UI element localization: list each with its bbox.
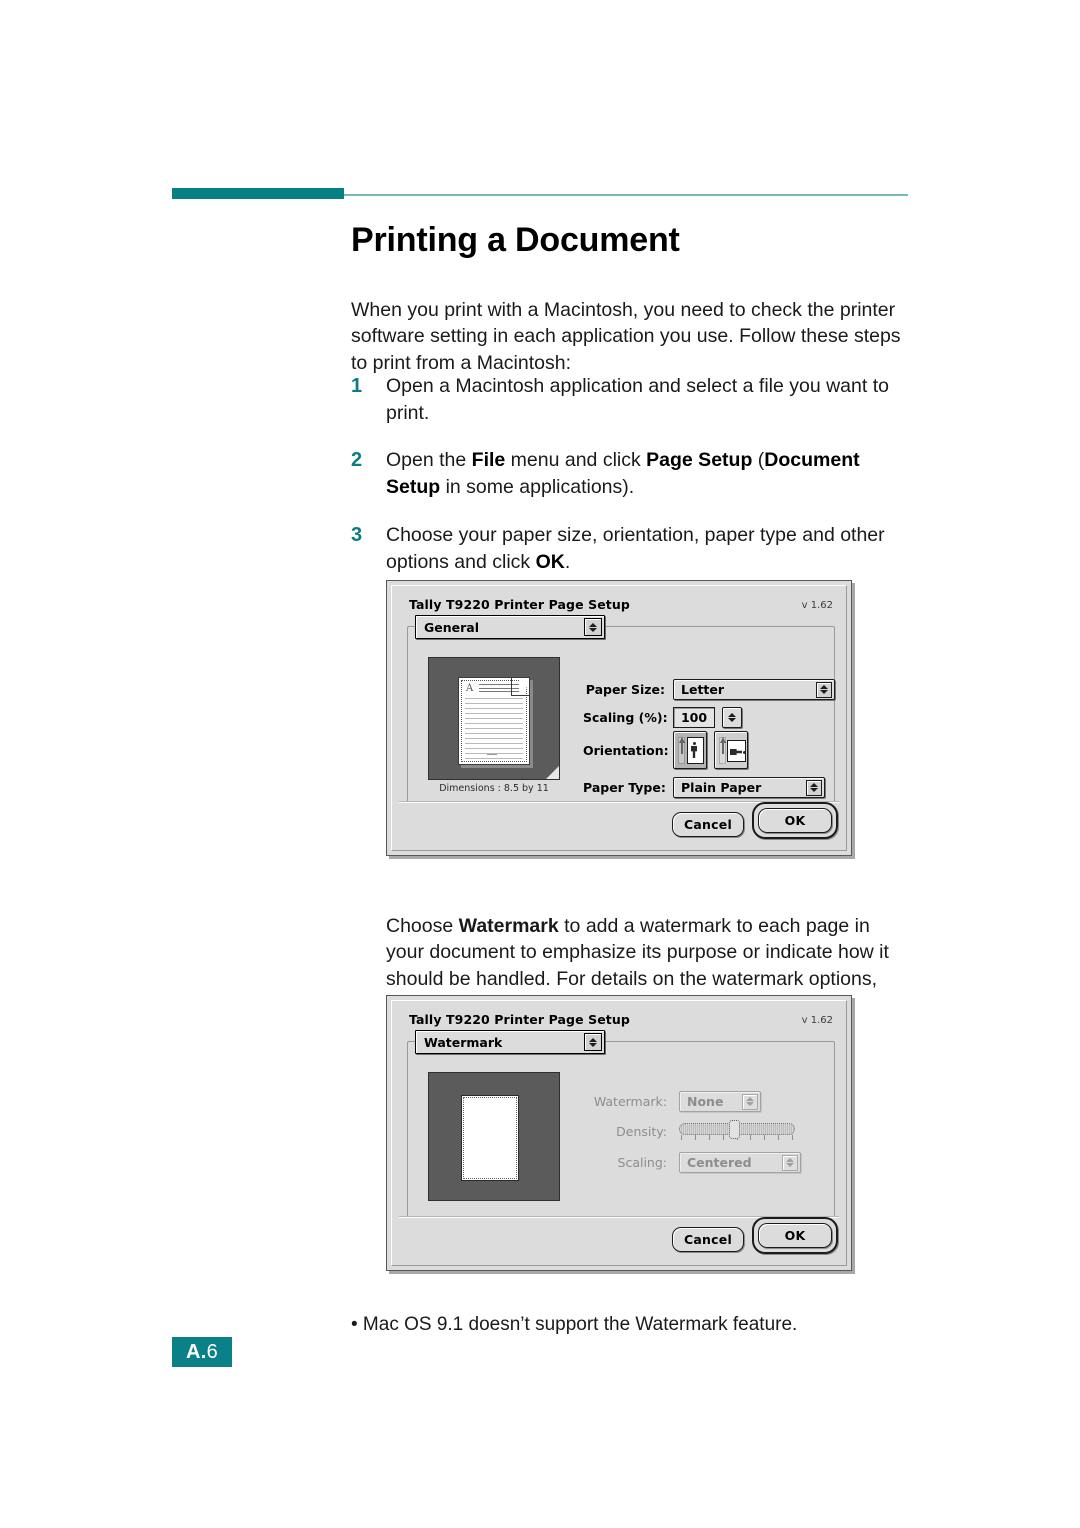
dialog-title: Tally T9220 Printer Page Setup: [409, 597, 630, 612]
header-rule-thin-line: [344, 194, 908, 196]
preview-dogear-icon: [546, 766, 559, 779]
page-badge-number: 6: [206, 1341, 219, 1363]
paper-type-select[interactable]: Plain Paper: [673, 777, 825, 798]
section-popup-label: Watermark: [424, 1034, 503, 1050]
field-row-watermark-scaling: Scaling: Centered: [563, 1152, 801, 1173]
watermark-select[interactable]: None: [679, 1091, 761, 1112]
scaling-stepper[interactable]: [722, 707, 742, 728]
intro-paragraph: When you print with a Macintosh, you nee…: [351, 298, 901, 374]
dialog-version-label: v 1.62: [801, 600, 833, 611]
section-popup-menu[interactable]: General: [415, 615, 605, 639]
watermark-scaling-select[interactable]: Centered: [679, 1152, 801, 1173]
field-row-density: Density:: [563, 1120, 795, 1142]
density-slider[interactable]: [679, 1120, 795, 1142]
field-row-paper-type: Paper Type: Plain Paper: [583, 777, 825, 798]
page-badge-prefix: A.: [185, 1341, 207, 1363]
chevron-updown-icon: [816, 681, 832, 698]
page-preview-sheet-icon: A: [458, 677, 530, 765]
chevron-updown-icon: [584, 618, 602, 636]
section-popup-label: General: [424, 619, 479, 635]
field-row-orientation: Orientation:: [583, 731, 755, 769]
scaling-label: Scaling (%):: [583, 710, 668, 725]
density-slider-thumb[interactable]: [729, 1120, 740, 1139]
step-number: 3: [351, 524, 363, 546]
header-rule: [172, 188, 908, 202]
step-item-2: 2 Open the File menu and click Page Setu…: [351, 447, 911, 500]
dialog-title: Tally T9220 Printer Page Setup: [409, 1012, 630, 1027]
step-item-3: 3 Choose your paper size, orientation, p…: [351, 522, 911, 575]
cancel-button[interactable]: Cancel: [672, 1227, 744, 1252]
step-text: Open a Macintosh application and select …: [386, 375, 889, 424]
scaling-input[interactable]: 100: [673, 707, 715, 728]
watermark-scaling-value: Centered: [687, 1155, 752, 1170]
paper-size-select[interactable]: Letter: [673, 679, 835, 700]
step-number: 2: [351, 449, 363, 471]
page-number-badge: A.6: [172, 1337, 232, 1367]
header-rule-thick-bar: [172, 188, 344, 199]
footnote-bullet: • Mac OS 9.1 doesn’t support the Waterma…: [351, 1314, 798, 1335]
paper-size-value: Letter: [681, 682, 725, 697]
watermark-label: Watermark:: [593, 1094, 667, 1109]
ok-button[interactable]: OK: [758, 1223, 832, 1248]
orientation-landscape-button[interactable]: [714, 731, 748, 769]
page-setup-dialog-general[interactable]: Tally T9220 Printer Page Setup v 1.62 Ge…: [386, 580, 852, 856]
watermark-value: None: [687, 1094, 724, 1109]
page-preview-pane: A: [428, 657, 560, 780]
watermark-preview-pane: [428, 1072, 560, 1201]
density-label: Density:: [616, 1123, 667, 1139]
field-row-paper-size: Paper Size: Letter: [583, 679, 835, 700]
field-row-scaling: Scaling (%): 100: [583, 707, 742, 728]
step-item-1: 1 Open a Macintosh application and selec…: [351, 373, 911, 426]
paper-type-value: Plain Paper: [681, 780, 762, 795]
preview-letter-glyph: A: [466, 683, 474, 694]
chevron-updown-icon: [806, 779, 822, 796]
ok-button[interactable]: OK: [758, 808, 832, 833]
orientation-label: Orientation:: [583, 742, 669, 758]
step-text: Open the File menu and click Page Setup …: [386, 449, 860, 498]
cancel-button[interactable]: Cancel: [672, 812, 744, 837]
dialog-version-label: v 1.62: [801, 1015, 833, 1026]
orientation-portrait-button[interactable]: [673, 731, 707, 769]
chevron-updown-icon: [742, 1093, 758, 1110]
watermark-scaling-label: Scaling:: [617, 1155, 667, 1170]
paper-type-label: Paper Type:: [583, 780, 666, 795]
chevron-updown-icon: [584, 1033, 602, 1051]
step-text: Choose your paper size, orientation, pap…: [386, 524, 885, 573]
preview-dimensions-caption: Dimensions : 8.5 by 11: [439, 783, 549, 794]
page-title: Printing a Document: [351, 220, 680, 259]
paper-size-label: Paper Size:: [585, 682, 665, 697]
chevron-updown-icon: [782, 1154, 798, 1171]
page-setup-dialog-watermark[interactable]: Tally T9220 Printer Page Setup v 1.62 Wa…: [386, 995, 852, 1271]
step-number: 1: [351, 375, 363, 397]
field-row-watermark: Watermark: None: [563, 1091, 761, 1112]
watermark-preview-sheet-icon: [461, 1095, 519, 1181]
section-popup-menu[interactable]: Watermark: [415, 1030, 605, 1054]
